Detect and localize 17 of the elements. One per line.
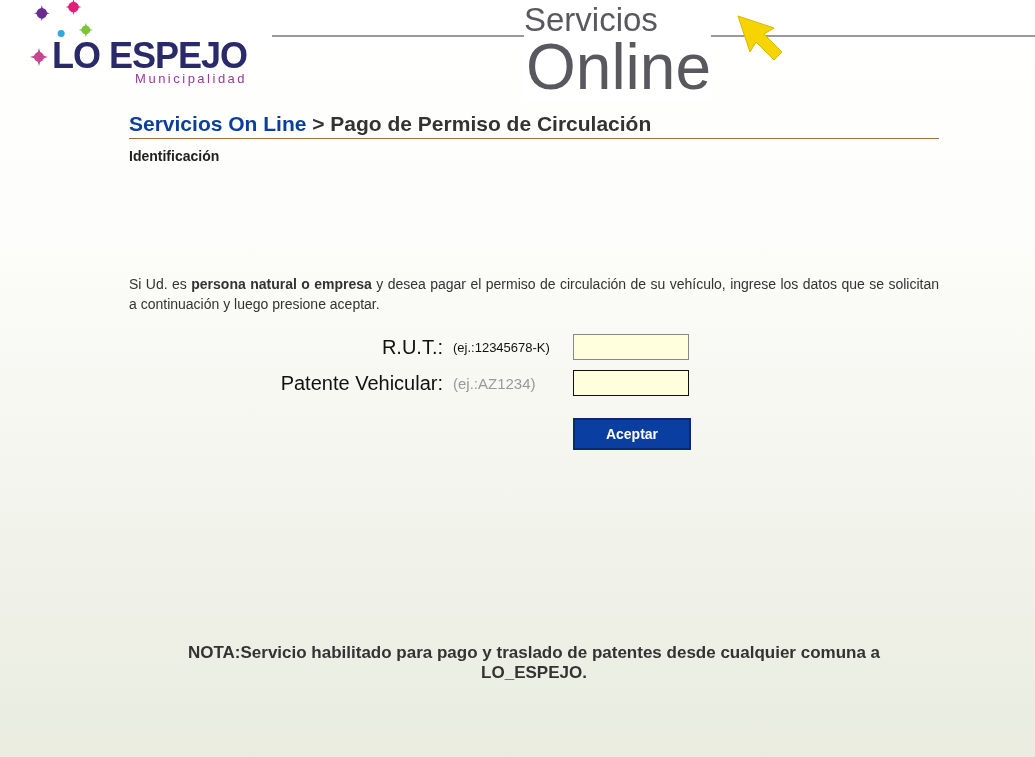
input-field[interactable] (573, 334, 689, 360)
note-text: NOTA:Servicio habilitado para pago y traslado de patentes desde cualquier comuna a LO_ESPEJO. (186, 643, 882, 683)
banner-title: Online (526, 38, 711, 96)
accept-button[interactable]: Aceptar (573, 418, 691, 450)
breadcrumb-link[interactable]: Servicios On Line (129, 112, 307, 135)
star-icon (30, 48, 48, 66)
input-field[interactable] (573, 370, 689, 396)
field-hint: (ej.:AZ1234) (453, 374, 537, 392)
field-label: R.U.T.: (381, 335, 443, 359)
logo-subtitle: Municipalidad (135, 72, 248, 86)
logo-wordmark: LO ESPEJO (52, 40, 248, 72)
field-label: Patente Vehicular: (280, 371, 443, 395)
banner-title: Servicios (524, 2, 659, 38)
section-title: Identificación (129, 148, 221, 164)
field-hint: (ej.:12345678-K) (453, 339, 551, 355)
page-title: > Pago de Permiso de Circulación (312, 112, 652, 135)
intro-text: Si Ud. es persona natural o empresa y desea pagar el permiso de circulación de su vehículo, ingrese los datos que se solicitan a continuación y luego presione aceptar. (129, 275, 939, 314)
